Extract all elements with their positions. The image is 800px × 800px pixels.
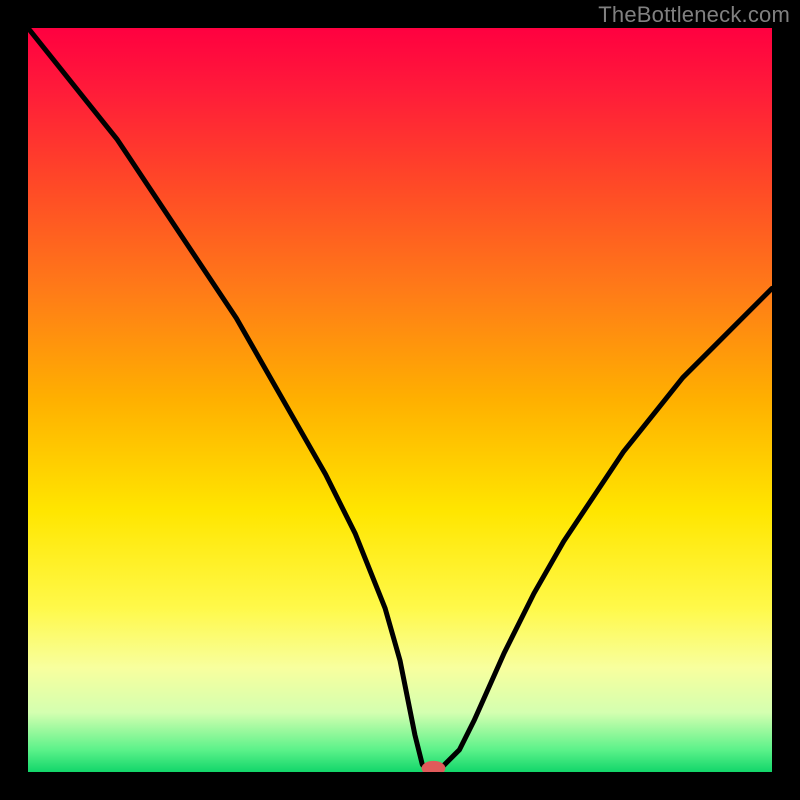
chart-frame: TheBottleneck.com [0,0,800,800]
optimal-marker [422,761,446,776]
bottleneck-chart [0,0,800,800]
watermark-text: TheBottleneck.com [598,2,790,28]
